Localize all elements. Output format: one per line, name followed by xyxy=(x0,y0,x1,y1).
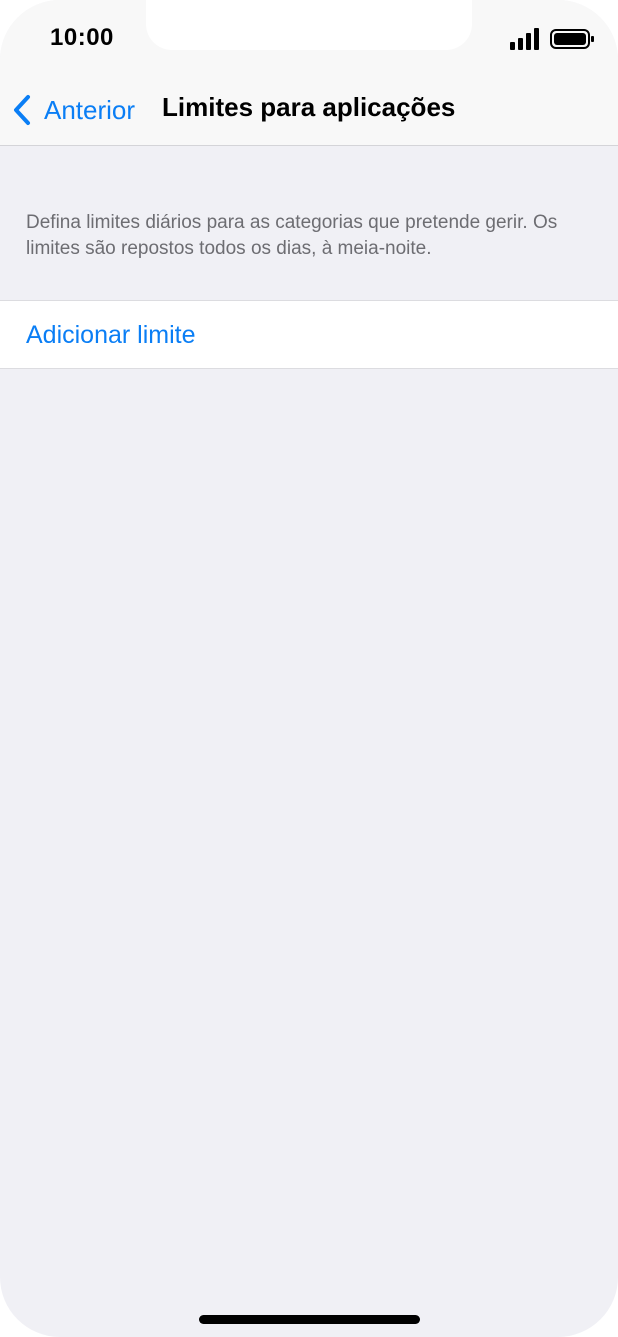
battery-icon xyxy=(550,29,594,49)
back-button-label: Anterior xyxy=(44,94,136,125)
add-limit-button[interactable]: Adicionar limite xyxy=(26,321,196,350)
status-icons xyxy=(510,28,594,50)
chevron-left-icon xyxy=(14,95,30,125)
limits-list: Adicionar limite xyxy=(0,300,618,369)
description-text: Defina limites diários para as categoria… xyxy=(26,212,558,259)
phone-screen: 10:00 Anterior Limites para aplicações D… xyxy=(0,0,618,1337)
signal-icon xyxy=(510,28,539,50)
status-time: 10:00 xyxy=(50,24,114,51)
home-indicator[interactable] xyxy=(199,1315,420,1324)
notch xyxy=(146,0,472,50)
header-area: 10:00 Anterior Limites para aplicações xyxy=(0,0,618,146)
page-title: Limites para aplicações xyxy=(162,92,456,122)
back-button[interactable]: Anterior xyxy=(12,90,135,130)
